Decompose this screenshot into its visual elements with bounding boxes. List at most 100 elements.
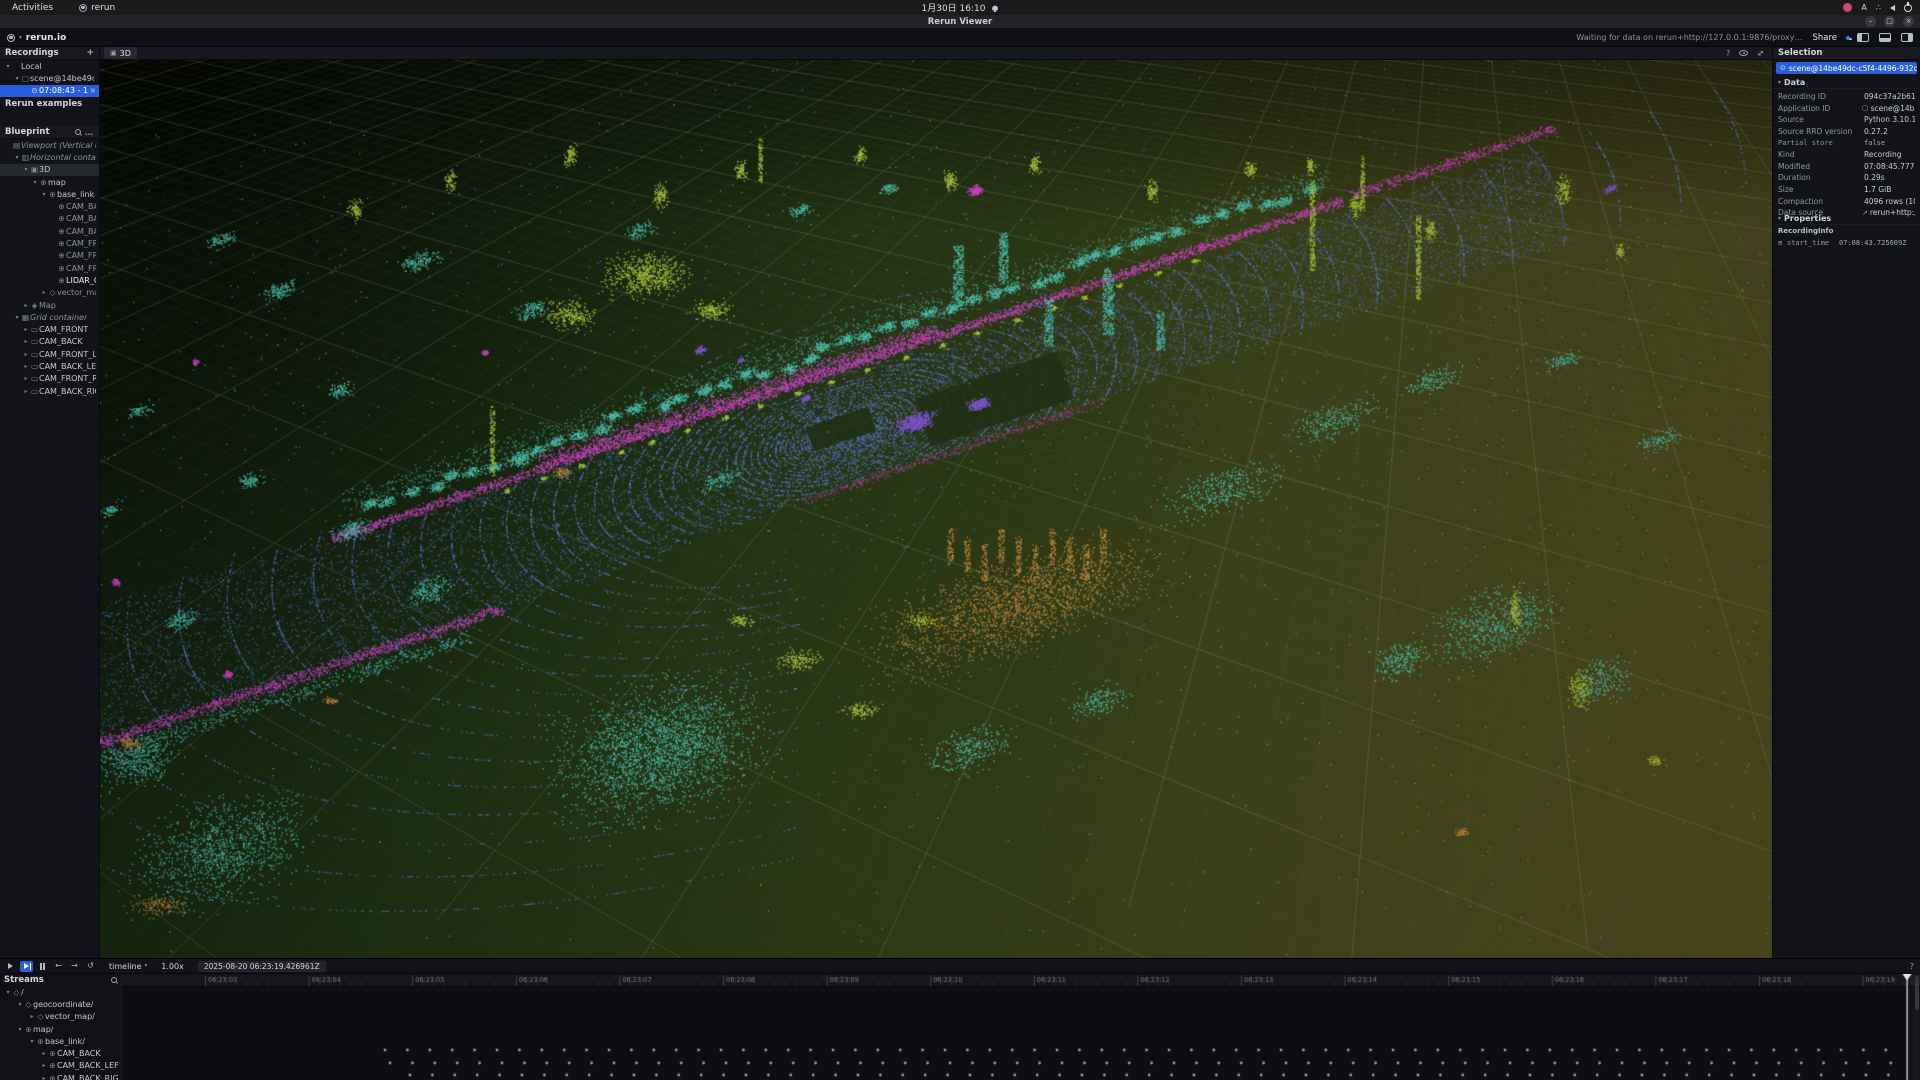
rerun-examples-section[interactable]: Rerun examples — [0, 98, 99, 110]
tray-app-icon[interactable] — [1843, 3, 1852, 12]
input-method-icon[interactable]: A — [1861, 3, 1866, 12]
timeline-selector[interactable]: timeline ▾ — [109, 962, 147, 971]
stream-row[interactable]: ▾ ◇ geocoordinate/ — [0, 998, 121, 1010]
data-row[interactable]: Partial store false — [1773, 137, 1920, 149]
data-section-header[interactable]: ▾ Data — [1773, 77, 1920, 89]
blueprint-row[interactable]: ▸ ▭ CAM_FRONT — [0, 323, 99, 335]
help-button[interactable]: ? — [1726, 49, 1730, 58]
blueprint-row[interactable]: ▾ ▣ 3D — [0, 164, 99, 176]
properties-section-header[interactable]: ▾ Properties — [1773, 213, 1920, 225]
blueprint-row[interactable]: ⊕ CAM_BACK — [0, 200, 99, 212]
data-row[interactable]: Recording ID 094c37a2b61a43768803681… — [1773, 91, 1920, 103]
playback-rate[interactable]: 1.00x — [161, 962, 184, 971]
play-button[interactable] — [4, 961, 17, 972]
chevron-icon[interactable]: ▾ — [40, 191, 48, 198]
add-recording-button[interactable]: + — [86, 48, 94, 58]
step-forward-button[interactable] — [68, 961, 81, 972]
app-menu[interactable]: rerun — [79, 3, 115, 13]
blueprint-row[interactable]: ▸ ▭ CAM_BACK_LEFT — [0, 360, 99, 372]
chevron-icon[interactable]: ▾ — [13, 154, 21, 161]
property-row[interactable]: ⊞ start_time 07:08:43.725609Z — [1773, 237, 1920, 249]
recording-row[interactable]: ▾ ▢ scene@14be49dc-… — [0, 72, 99, 84]
toggle-bottom-panel-button[interactable] — [1879, 33, 1891, 42]
stream-row[interactable]: ▾ ⊕ map/ — [0, 1023, 121, 1035]
loop-button[interactable] — [84, 961, 97, 972]
chevron-icon[interactable]: ▾ — [31, 179, 39, 186]
chevron-icon[interactable]: ▸ — [40, 289, 48, 296]
recording-row[interactable]: ⊙ 07:08:43 - 1… × — [0, 85, 99, 97]
search-icon[interactable] — [75, 129, 81, 135]
data-row[interactable]: Duration 0.29s — [1773, 172, 1920, 184]
data-row[interactable]: Compaction 4096 rows (1024 if unsorted… — [1773, 195, 1920, 207]
chevron-icon[interactable]: ▸ — [22, 351, 30, 358]
step-back-button[interactable] — [52, 961, 65, 972]
maximize-button[interactable]: □ — [1884, 16, 1895, 27]
chevron-icon[interactable]: ▾ — [28, 1038, 36, 1045]
chevron-icon[interactable]: ▾ — [13, 314, 21, 321]
tab-3d[interactable]: ▣ 3D — [104, 47, 137, 59]
maximize-view-icon[interactable] — [1755, 47, 1766, 58]
chevron-icon[interactable]: ▸ — [22, 363, 30, 370]
data-row[interactable]: Size 1.7 GiB — [1773, 184, 1920, 196]
network-icon[interactable]: ∴ — [1876, 4, 1881, 12]
blueprint-row[interactable]: ⊕ CAM_FRO… — [0, 237, 99, 249]
chevron-icon[interactable]: ▸ — [28, 1013, 36, 1020]
chevron-icon[interactable]: ▾ — [16, 1026, 24, 1033]
chevron-icon[interactable]: ▸ — [22, 388, 30, 395]
blueprint-row[interactable]: ⊕ LIDAR_CO… — [0, 274, 99, 286]
power-icon[interactable] — [1904, 4, 1912, 12]
data-row[interactable]: Source Python 3.10.12 SDK — [1773, 114, 1920, 126]
stream-row[interactable]: ▾ ◇ / — [0, 986, 121, 998]
blueprint-row[interactable]: ▸ ▭ CAM_FRONT_RIGHT — [0, 373, 99, 385]
chevron-icon[interactable]: ▸ — [22, 326, 30, 333]
toggle-right-panel-button[interactable] — [1901, 33, 1913, 42]
blueprint-row[interactable]: ⊕ CAM_BAC… — [0, 213, 99, 225]
chevron-icon[interactable]: ▸ — [22, 338, 30, 345]
blueprint-row[interactable]: ▾ ⊕ base_link — [0, 188, 99, 200]
volume-icon[interactable] — [1890, 5, 1895, 11]
3d-scene-canvas[interactable] — [100, 60, 1772, 958]
blueprint-row[interactable]: ▸ ▭ CAM_FRONT_LEFT — [0, 348, 99, 360]
blueprint-row[interactable]: ▾ ⊕ map — [0, 176, 99, 188]
chevron-icon[interactable]: ▸ — [22, 375, 30, 382]
timeline-scrollbar[interactable] — [1915, 974, 1919, 1080]
blueprint-row[interactable]: ⊕ CAM_FRO… — [0, 262, 99, 274]
clock[interactable]: 1月30日 16:10 — [922, 0, 999, 15]
data-row[interactable]: Source RRD version 0.27.2 — [1773, 126, 1920, 138]
blueprint-row[interactable]: ⊕ CAM_FRO… — [0, 250, 99, 262]
data-row[interactable]: Kind Recording — [1773, 149, 1920, 161]
chevron-icon[interactable]: ▾ — [4, 63, 12, 70]
follow-button[interactable] — [20, 961, 33, 972]
minimize-button[interactable]: – — [1865, 16, 1876, 27]
selected-recording-chip[interactable]: ⊙ scene@14be49dc-c5f4-4496-932c-60c8… — [1776, 62, 1917, 74]
chevron-icon[interactable]: ▾ — [16, 1001, 24, 1008]
blueprint-row[interactable]: ▸ ▭ CAM_BACK_RIGHT — [0, 385, 99, 397]
system-tray[interactable]: A ∴ — [1843, 0, 1912, 15]
visibility-eye-icon[interactable] — [1739, 50, 1748, 56]
data-row[interactable]: Application ID ▢ scene@14be49dc-c5f… — [1773, 103, 1920, 115]
blueprint-row[interactable]: ▾ ▦ Grid container — [0, 311, 99, 323]
timeline-canvas[interactable] — [122, 974, 1920, 1080]
recording-row[interactable]: ▾ Local — [0, 60, 99, 72]
chevron-icon[interactable]: ▸ — [22, 302, 30, 309]
search-icon[interactable] — [111, 977, 117, 983]
stream-row[interactable]: ▸ ◇ vector_map/ — [0, 1011, 121, 1023]
chevron-icon[interactable]: ▾ — [13, 75, 21, 82]
blueprint-row[interactable]: ▸ ▭ CAM_BACK — [0, 336, 99, 348]
blueprint-row[interactable]: ⊕ CAM_BAC… — [0, 225, 99, 237]
blueprint-row[interactable]: ▸ ◈ Map — [0, 299, 99, 311]
stream-row[interactable]: ▾ ⊕ base_link/ — [0, 1035, 121, 1047]
blueprint-row[interactable]: ▸ ◇ vector_map — [0, 287, 99, 299]
window-titlebar[interactable]: Rerun Viewer – □ × — [0, 15, 1920, 28]
chevron-icon[interactable]: ▸ — [40, 1062, 48, 1069]
close-icon[interactable]: × — [88, 86, 96, 95]
blueprint-row[interactable]: ▤ Viewport (Vertical conta… — [0, 139, 99, 151]
stream-row[interactable]: ▸ ⊕ CAM_BACK_LEFT — [0, 1060, 121, 1072]
activities-button[interactable]: Activities — [12, 3, 53, 13]
blueprint-row[interactable]: ▾ ▥ Horizontal container — [0, 151, 99, 163]
current-time-chip[interactable]: 2025-08-20 06:23:19.426961Z — [198, 961, 326, 972]
stream-row[interactable]: ▸ ⊕ CAM_BACK_RIGHT — [0, 1072, 121, 1080]
chevron-icon[interactable]: ▸ — [40, 1050, 48, 1057]
more-menu-button[interactable]: … — [85, 128, 94, 137]
stream-row[interactable]: ▸ ⊕ CAM_BACK — [0, 1047, 121, 1059]
